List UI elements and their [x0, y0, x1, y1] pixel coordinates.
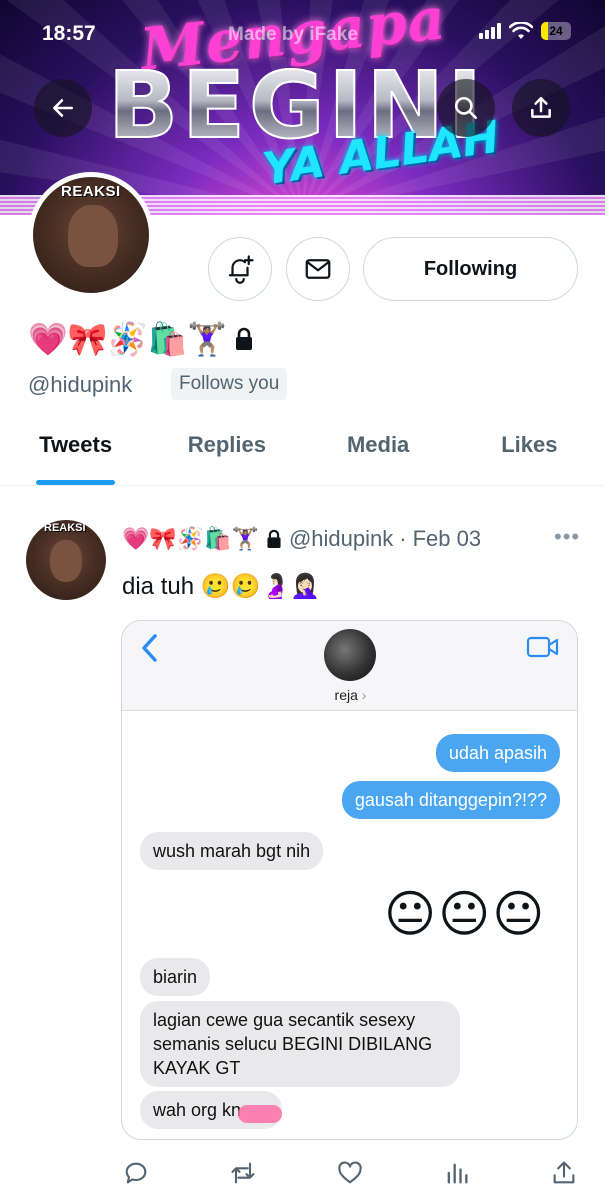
status-icons: 24: [479, 22, 571, 40]
tweet-avatar[interactable]: REAKSI: [26, 520, 106, 600]
retweet-button[interactable]: [227, 1157, 259, 1189]
tweet-author-name[interactable]: 💗🎀🪅🛍️🏋🏽‍♀️: [122, 526, 259, 552]
contact-name: reja ›: [122, 687, 577, 703]
message-bubble-sent: gausah ditanggepin?!??: [341, 781, 560, 819]
more-options-icon[interactable]: •••: [554, 524, 580, 550]
contact-name-text: reja: [334, 687, 358, 703]
lock-icon: [267, 529, 281, 548]
tweet-header: 💗🎀🪅🛍️🏋🏽‍♀️ @hidupink · Feb 03: [122, 526, 481, 552]
wifi-icon: [509, 22, 533, 39]
chat-header: reja ›: [122, 621, 577, 711]
message-bubble-received: lagian cewe gua secantik sesexy semanis …: [140, 1001, 460, 1087]
battery-level: 24: [549, 24, 563, 38]
display-name-emojis: 💗🎀🪅🛍️🏋🏽‍♀️: [28, 321, 228, 357]
chevron-left-icon: [142, 634, 157, 662]
analytics-button[interactable]: [441, 1157, 473, 1189]
bell-plus-icon: [228, 255, 254, 284]
retweet-icon: [231, 1162, 255, 1184]
video-call-icon: [526, 636, 559, 658]
tweet-date[interactable]: Feb 03: [413, 526, 482, 552]
lock-icon: [236, 327, 253, 350]
profile-tabs: Tweets Replies Media Likes: [0, 420, 605, 486]
redaction-scribble: [238, 1105, 282, 1123]
analytics-icon: [447, 1163, 468, 1184]
following-button[interactable]: Following: [363, 237, 578, 301]
envelope-icon: [305, 259, 331, 279]
tab-replies[interactable]: Replies: [151, 420, 302, 485]
like-button[interactable]: [334, 1157, 366, 1189]
message-bubble-received: wush marah bgt nih: [140, 832, 324, 870]
search-icon: [454, 96, 478, 120]
back-button[interactable]: [34, 79, 92, 137]
contact-avatar: [324, 629, 376, 681]
profile-handle: @hidupink: [28, 372, 133, 397]
battery-icon: 24: [541, 22, 571, 40]
share-profile-button[interactable]: [512, 79, 570, 137]
message-emoji-sent: 😐😐😐: [384, 886, 547, 942]
tweet-avatar-tag: REAKSI: [44, 522, 86, 534]
reply-icon: [125, 1162, 147, 1184]
like-icon: [338, 1161, 362, 1184]
tweet-media-image[interactable]: reja › udah apasih gausah ditanggepin?!?…: [121, 620, 578, 1140]
share-icon: [553, 1161, 575, 1184]
tab-likes[interactable]: Likes: [454, 420, 605, 485]
follows-you-badge: Follows you: [171, 368, 288, 400]
tweet-separator: ·: [399, 526, 407, 551]
message-bubble-received: biarin: [140, 958, 211, 996]
chevron-right-icon: ›: [357, 687, 367, 703]
cellular-signal-icon: [479, 23, 501, 39]
reply-button[interactable]: [120, 1157, 152, 1189]
search-button[interactable]: [437, 79, 495, 137]
message-button[interactable]: [286, 237, 350, 301]
banner-watermark: Made by iFake: [228, 24, 358, 45]
tweet-actions: [120, 1155, 580, 1191]
avatar-face: [68, 205, 118, 267]
share-tweet-button[interactable]: [548, 1157, 580, 1189]
avatar-tag: REAKSI: [61, 183, 121, 200]
share-icon: [531, 97, 551, 118]
arrow-left-icon: [53, 99, 73, 117]
tweet-avatar-face: [50, 540, 82, 582]
tab-tweets[interactable]: Tweets: [0, 420, 151, 485]
display-name: 💗🎀🪅🛍️🏋🏽‍♀️: [28, 320, 255, 358]
message-bubble-sent: udah apasih: [435, 734, 560, 772]
status-time: 18:57: [42, 22, 96, 45]
notifications-button[interactable]: [208, 237, 272, 301]
tweet-handle: @hidupink: [288, 526, 394, 551]
tab-media[interactable]: Media: [303, 420, 454, 485]
tweet-text: dia tuh 🥲🥲🤰🏻🤦🏻‍♀️: [122, 573, 321, 600]
profile-avatar[interactable]: REAKSI: [28, 172, 154, 298]
